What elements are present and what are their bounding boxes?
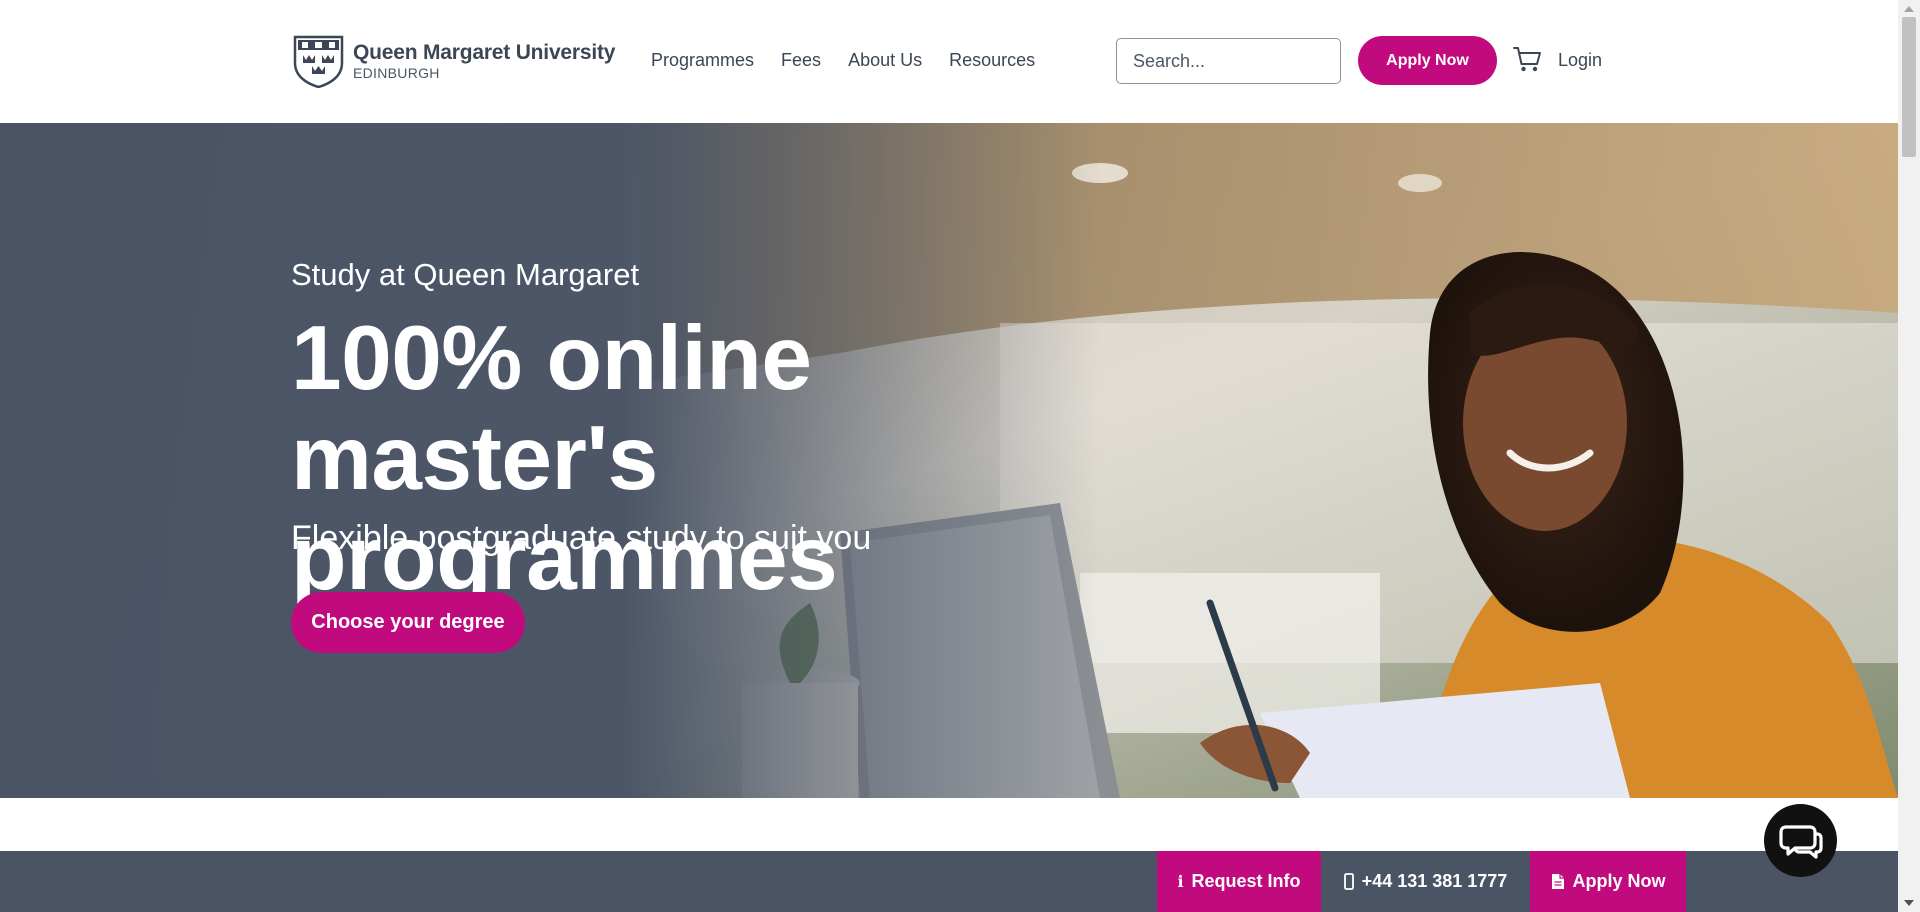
phone-label: +44 131 381 1777 [1361,871,1508,891]
site-header: Queen Margaret University EDINBURGH Prog… [0,0,1898,123]
chat-icon [1778,824,1823,859]
apply-now-button[interactable]: Apply Now [1358,36,1497,85]
scrollbar-thumb[interactable] [1902,17,1916,157]
scroll-down-arrow-icon[interactable] [1904,900,1914,906]
login-link[interactable]: Login [1558,49,1602,71]
cart-icon[interactable] [1513,46,1542,73]
phone-icon [1343,873,1354,890]
main-nav: Programmes Fees About Us Resources [651,49,1062,71]
search-input[interactable] [1116,38,1341,84]
hero-title: 100% online master's programmes [291,308,838,609]
nav-item-resources[interactable]: Resources [949,49,1035,71]
nav-item-programmes[interactable]: Programmes [651,49,754,71]
choose-degree-button[interactable]: Choose your degree [291,592,525,653]
crest-logo-icon [293,35,344,88]
document-icon [1551,874,1564,889]
sticky-action-bar: ℹ Request Info +44 131 381 1777 Apply No… [1157,851,1686,912]
sticky-apply-label: Apply Now [1572,871,1666,891]
request-info-label: Request Info [1191,871,1301,891]
logo-text: Queen Margaret University EDINBURGH [353,41,615,81]
sticky-apply-now-button[interactable]: Apply Now [1530,851,1686,912]
site-logo[interactable]: Queen Margaret University EDINBURGH [291,33,615,88]
request-info-button[interactable]: ℹ Request Info [1157,851,1321,912]
logo-subtitle: EDINBURGH [353,64,440,81]
info-icon: ℹ [1177,873,1184,891]
hero-subtitle: Flexible postgraduate study to suit you [291,519,872,557]
phone-button[interactable]: +44 131 381 1777 [1321,851,1530,912]
page-scrollbar[interactable] [1898,0,1920,912]
nav-item-fees[interactable]: Fees [781,49,821,71]
scroll-up-arrow-icon[interactable] [1904,6,1914,12]
chat-button[interactable] [1764,804,1837,877]
nav-item-about-us[interactable]: About Us [848,49,922,71]
hero-banner: Study at Queen Margaret 100% online mast… [0,123,1898,798]
hero-eyebrow: Study at Queen Margaret [291,257,640,292]
logo-name: Queen Margaret University [353,40,616,64]
